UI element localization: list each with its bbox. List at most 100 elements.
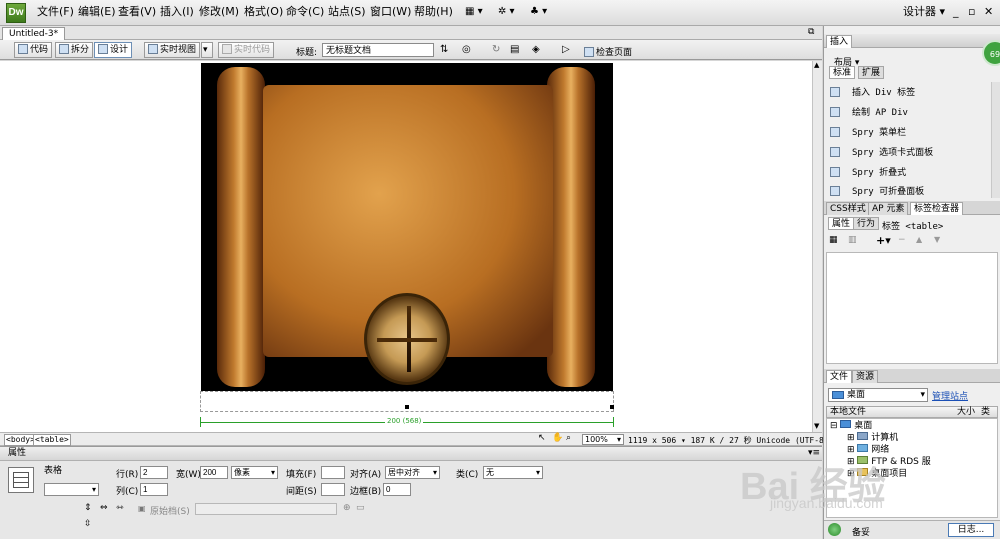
table-id-select[interactable] [44,483,99,496]
live-code-button[interactable]: 实时代码 [218,42,275,58]
remove-behavior-icon[interactable]: − [898,235,906,245]
tree-item-desktop[interactable]: ⊟ 桌面 [830,420,872,432]
menu-insert[interactable]: 插入(I) [160,4,194,20]
canvas-vertical-scrollbar[interactable]: ▲ ▼ [812,61,822,432]
tag-selector-table[interactable]: <table> [33,434,71,446]
clear-row-heights-icon[interactable]: ⇕ [84,503,92,513]
convert-heights-icon[interactable]: ⇳ [84,519,92,529]
site-icon[interactable]: ♣ ▾ [530,4,547,20]
properties-header[interactable]: 属性 [0,447,822,461]
table-width-label[interactable]: 200 (568) [385,417,424,425]
resize-handle-bottom[interactable] [405,405,409,409]
scroll-parchment-image[interactable] [201,63,613,391]
live-view-button[interactable]: 实时视图 [144,42,201,58]
document-tab[interactable]: Untitled-3* [2,27,66,41]
log-button[interactable]: 日志... [948,523,994,537]
design-view-button[interactable]: 设计 [94,42,133,58]
file-management-icon[interactable]: ⇅ [440,44,448,55]
workspace-switcher[interactable]: 设计器 ▾ [903,4,945,20]
ap-elements-tab[interactable]: AP 元素 [868,202,909,215]
move-up-icon[interactable]: ▲ [916,235,922,244]
spry-tabbed-panel-item[interactable]: Spry 选项卡式面板 [830,145,933,162]
zoom-tool-icon[interactable]: ⌕ [566,433,571,443]
draw-ap-div-item[interactable]: 绘制 AP Div [830,105,908,122]
convert-widths-icon[interactable]: ⇔ [100,503,108,513]
padding-input[interactable] [321,466,345,479]
notification-badge[interactable]: 69 [982,40,1000,66]
add-behavior-icon[interactable]: +▾ [876,234,891,247]
manage-sites-link[interactable]: 管理站点 [932,389,968,402]
align-select[interactable]: 居中对齐 [385,466,440,479]
scroll-down-icon[interactable]: ▼ [814,422,819,430]
css-styles-tab[interactable]: CSS样式 [826,202,870,215]
close-button[interactable]: ✕ [984,4,993,20]
gear-icon[interactable]: ✲ ▾ [498,4,515,20]
expanded-mode-tab[interactable]: 扩展 [858,66,885,79]
behaviors-list[interactable] [826,252,998,364]
spry-collapsible-icon [830,186,840,196]
maximize-button[interactable]: ▫ [968,4,975,20]
show-events-icon[interactable]: ▦ [829,235,838,245]
move-down-icon[interactable]: ▼ [934,235,940,244]
live-view-dropdown[interactable]: ▾ [201,42,213,58]
clear-col-widths-icon[interactable]: ⇿ [116,503,124,513]
tree-item-computer[interactable]: ⊞ 计算机 [847,432,898,444]
spacing-input[interactable] [321,483,345,496]
menu-help[interactable]: 帮助(H) [414,4,453,20]
site-select[interactable]: 桌面 ▾ [828,388,928,402]
menu-edit[interactable]: 编辑(E) [78,4,116,20]
menu-format[interactable]: 格式(O) [244,4,283,20]
size-column[interactable]: 大小 [957,407,975,417]
local-files-column[interactable]: 本地文件 [830,407,866,417]
menu-modify[interactable]: 修改(M) [199,4,239,20]
spry-collapsible-item[interactable]: Spry 可折叠面板 [830,184,924,201]
menu-window[interactable]: 窗口(W) [370,4,411,20]
width-unit-select[interactable]: 像素 [231,466,278,479]
spry-menubar-item[interactable]: Spry 菜单栏 [830,125,906,142]
width-label: 宽(W) [176,470,201,480]
refresh-icon[interactable]: ↻ [492,44,500,55]
minimize-button[interactable]: _ [953,4,959,20]
menu-view[interactable]: 查看(V) [118,4,156,20]
cols-input[interactable]: 1 [140,483,168,496]
restore-document-icon[interactable]: ⧉ [808,27,814,37]
menu-file[interactable]: 文件(F) [37,4,74,20]
class-select[interactable]: 无 [483,466,543,479]
insert-panel-tab[interactable]: 插入 [826,35,853,48]
browse-folder-icon[interactable]: ▭ [356,503,365,513]
insert-div-item[interactable]: 插入 Div 标签 [830,85,915,102]
document-title-input[interactable]: 无标题文档 [322,43,434,57]
assets-tab[interactable]: 资源 [852,370,879,383]
width-input[interactable]: 200 [200,466,228,479]
spry-accordion-item[interactable]: Spry 折叠式 [830,165,906,182]
tag-inspector-tab[interactable]: 标签检查器 [910,202,964,215]
check-page-button[interactable]: 检查页面 [584,45,632,58]
menu-commands[interactable]: 命令(C) [286,4,324,20]
source-input[interactable] [195,503,337,515]
resize-handle-right[interactable] [608,225,612,229]
hand-tool-icon[interactable]: ✋ [552,433,563,443]
resize-handle-corner[interactable] [610,405,614,409]
behaviors-tab[interactable]: 行为 [853,217,880,230]
preview-browser-icon[interactable]: ◎ [462,44,471,55]
border-input[interactable]: 0 [383,483,411,496]
show-all-events-icon[interactable]: ▥ [848,235,857,245]
tag-selector-body[interactable]: <body> [4,434,37,446]
rows-input[interactable]: 2 [140,466,168,479]
attributes-tab[interactable]: 属性 [828,217,855,230]
scroll-up-icon[interactable]: ▲ [814,61,819,69]
visual-aids-icon[interactable]: ◈ [532,44,540,55]
menu-site[interactable]: 站点(S) [328,4,366,20]
insert-panel-scrollbar[interactable] [991,82,1000,198]
select-tool-icon[interactable]: ↖ [538,433,546,443]
validate-icon[interactable]: ▷ [562,44,570,55]
zoom-select[interactable]: 100% ▾ [582,434,624,445]
code-view-button[interactable]: 代码 [14,42,53,58]
files-tab[interactable]: 文件 [826,370,853,383]
split-view-button[interactable]: 拆分 [55,42,94,58]
view-options-icon[interactable]: ▤ [510,44,519,55]
type-column[interactable]: 类 [981,407,990,417]
point-to-file-icon[interactable]: ⊕ [343,503,351,513]
layout-icon[interactable]: ▦ ▾ [465,4,483,20]
standard-mode-tab[interactable]: 标准 [829,66,856,79]
